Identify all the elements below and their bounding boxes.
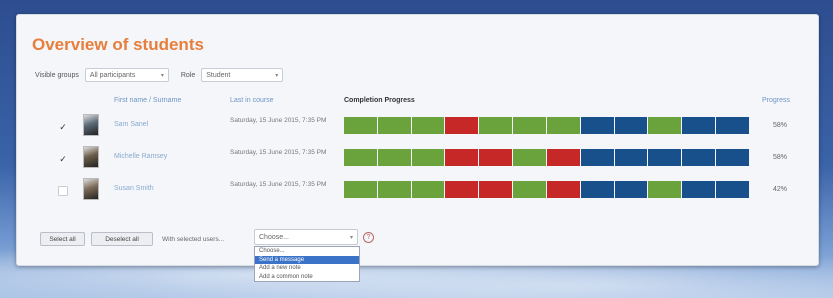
progress-cell[interactable] — [479, 181, 514, 198]
progress-cell[interactable] — [614, 117, 649, 134]
group-select[interactable]: All participants ▾ — [84, 68, 169, 82]
action-select[interactable]: Choose... ▾ — [254, 229, 358, 245]
progress-cell[interactable] — [648, 181, 683, 198]
progress-cell[interactable] — [445, 117, 480, 134]
filter-bar: Visible groups All participants ▾ Role S… — [35, 67, 284, 83]
progress-cell[interactable] — [546, 149, 581, 166]
group-filter-label: Visible groups — [35, 71, 79, 79]
student-name-link[interactable]: Sam Sanel — [114, 121, 148, 128]
progress-cell[interactable] — [445, 181, 480, 198]
row-checkbox[interactable]: ✓ — [58, 122, 68, 132]
with-selected-label: With selected users... — [162, 236, 225, 243]
progress-cell[interactable] — [377, 149, 412, 166]
progress-cell[interactable] — [614, 149, 649, 166]
role-select[interactable]: Student ▾ — [201, 68, 284, 82]
progress-cell[interactable] — [479, 117, 514, 134]
progress-cell[interactable] — [445, 149, 480, 166]
last-access-text: Saturday, 15 June 2015, 7:35 PM — [230, 149, 327, 156]
progress-cell[interactable] — [614, 181, 649, 198]
group-select-value: All participants — [89, 71, 136, 79]
avatar[interactable] — [83, 146, 99, 168]
chevron-down-icon: ▾ — [160, 72, 164, 79]
progress-cell[interactable] — [479, 149, 514, 166]
progress-cell[interactable] — [411, 149, 446, 166]
table-row: ✓ Michelle Ramsey Saturday, 15 June 2015, … — [17, 144, 820, 174]
progress-bar — [344, 181, 749, 198]
role-select-value: Student — [206, 71, 231, 79]
last-access-text: Saturday, 15 June 2015, 7:35 PM — [230, 117, 327, 124]
progress-cell[interactable] — [546, 181, 581, 198]
action-dropdown-menu: Choose... Send a message Add a new note Add… — [254, 246, 360, 282]
progress-percentage: 58% — [773, 154, 788, 161]
column-header-last-access[interactable]: Last in course — [230, 97, 274, 104]
dropdown-option[interactable]: Send a message — [255, 255, 359, 264]
progress-cell[interactable] — [682, 117, 717, 134]
deselect-all-button[interactable]: Deselect all — [91, 232, 153, 246]
student-name-link[interactable]: Susan Smith — [114, 185, 154, 192]
progress-cell[interactable] — [580, 117, 615, 134]
progress-percentage: 58% — [773, 122, 788, 129]
progress-bar — [344, 149, 749, 166]
help-icon[interactable]: ? — [363, 232, 374, 243]
progress-cell[interactable] — [682, 181, 717, 198]
progress-bar — [344, 117, 749, 134]
column-header-percentage[interactable]: Progress — [762, 97, 790, 104]
action-select-value: Choose... — [259, 233, 289, 241]
progress-cell[interactable] — [344, 181, 378, 198]
progress-cell[interactable] — [513, 181, 547, 198]
progress-cell[interactable] — [377, 117, 412, 134]
chevron-down-icon: ▾ — [275, 72, 279, 79]
progress-cell[interactable] — [546, 117, 581, 134]
progress-cell[interactable] — [716, 149, 749, 166]
overview-panel: Overview of students Visible groups All … — [16, 14, 820, 282]
progress-cell[interactable] — [716, 181, 749, 198]
select-all-button[interactable]: Select all — [40, 232, 85, 246]
column-header-progress: Completion Progress — [344, 97, 415, 104]
progress-percentage: 42% — [773, 186, 788, 193]
chevron-down-icon: ▾ — [349, 234, 353, 241]
student-name-link[interactable]: Michelle Ramsey — [114, 153, 167, 160]
progress-cell[interactable] — [580, 181, 615, 198]
dropdown-option[interactable]: Add a new note — [255, 264, 359, 273]
action-select-box[interactable]: Choose... ▾ — [254, 229, 358, 245]
avatar[interactable] — [83, 114, 99, 136]
progress-cell[interactable] — [648, 117, 683, 134]
avatar[interactable] — [83, 178, 99, 200]
progress-cell[interactable] — [513, 149, 547, 166]
row-checkbox[interactable] — [58, 186, 68, 196]
progress-cell[interactable] — [648, 149, 683, 166]
dropdown-option[interactable]: Add a common note — [255, 273, 359, 282]
progress-cell[interactable] — [411, 181, 446, 198]
row-checkbox[interactable]: ✓ — [58, 154, 68, 164]
progress-cell[interactable] — [411, 117, 446, 134]
progress-cell[interactable] — [580, 149, 615, 166]
progress-cell[interactable] — [377, 181, 412, 198]
last-access-text: Saturday, 15 June 2015, 7:35 PM — [230, 181, 327, 188]
role-filter-label: Role — [180, 71, 196, 79]
table-row: Susan Smith Saturday, 15 June 2015, 7:35 … — [17, 176, 820, 206]
page-title: Overview of students — [32, 35, 204, 54]
progress-cell[interactable] — [344, 117, 378, 134]
dropdown-option[interactable]: Choose... — [255, 247, 359, 256]
progress-cell[interactable] — [716, 117, 749, 134]
progress-cell[interactable] — [682, 149, 717, 166]
table-row: ✓ Sam Sanel Saturday, 15 June 2015, 7:35 P… — [17, 112, 820, 142]
progress-cell[interactable] — [513, 117, 547, 134]
progress-cell[interactable] — [344, 149, 378, 166]
column-header-name[interactable]: First name / Surname — [114, 97, 181, 104]
